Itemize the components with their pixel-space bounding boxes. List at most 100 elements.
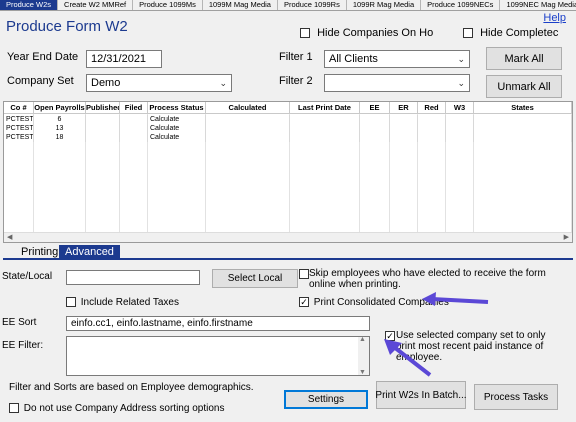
table-cell — [290, 115, 360, 124]
chevron-down-icon: ⌄ — [457, 54, 465, 64]
tab-create-w2-mmref[interactable]: Create W2 MMRef — [58, 0, 134, 10]
checkbox-box[interactable] — [463, 28, 473, 39]
filter1-label: Filter 1 — [279, 51, 313, 63]
grid-column-header[interactable]: W3 — [446, 102, 474, 113]
chevron-down-icon: ⌄ — [219, 78, 227, 88]
table-cell — [206, 133, 290, 142]
scroll-up-icon[interactable]: ▲ — [359, 336, 366, 343]
table-cell — [446, 133, 474, 142]
hide-companies-checkbox[interactable]: Hide Companies On Ho — [300, 27, 433, 39]
grid-column-header[interactable]: Open Payrolls — [34, 102, 86, 113]
hide-completed-checkbox[interactable]: Hide Completec — [463, 27, 558, 39]
settings-button[interactable]: Settings — [284, 390, 368, 409]
tab-advanced[interactable]: Advanced — [59, 245, 120, 260]
table-cell — [474, 115, 572, 124]
tab-produce-w2s[interactable]: Produce W2s — [0, 0, 59, 10]
checkbox-box[interactable]: ✓ — [299, 297, 309, 308]
process-tasks-button[interactable]: Process Tasks — [474, 384, 558, 410]
company-set-value: Demo — [91, 77, 121, 89]
table-cell — [418, 124, 446, 133]
do-not-use-checkbox[interactable]: Do not use Company Address sorting optio… — [9, 403, 224, 414]
state-local-label: State/Local — [2, 271, 53, 282]
ee-sort-input[interactable]: einfo.cc1, einfo.lastname, einfo.firstna… — [66, 316, 370, 331]
hide-completed-label: Hide Completec — [480, 27, 559, 39]
table-cell — [120, 115, 148, 124]
tab-1099nec-mag-media[interactable]: 1099NEC Mag Media — [500, 0, 576, 10]
print-batch-button[interactable]: Print W2s In Batch... — [375, 381, 467, 409]
mark-all-button[interactable]: Mark All — [486, 47, 562, 70]
table-row[interactable]: PCTEST318 Calculate — [4, 133, 572, 142]
company-set-select[interactable]: Demo ⌄ — [86, 74, 232, 92]
skip-employees-checkbox[interactable]: Skip employees who have elected to recei… — [299, 268, 563, 290]
horizontal-scrollbar[interactable]: ◀ ▶ — [4, 232, 572, 242]
table-cell: 13 — [34, 124, 86, 133]
table-cell: 6 — [34, 115, 86, 124]
select-local-button[interactable]: Select Local — [212, 269, 298, 288]
tab-1099m-mag-media[interactable]: 1099M Mag Media — [203, 0, 278, 10]
ee-sort-label: EE Sort — [2, 317, 37, 328]
tab-produce-1099rs[interactable]: Produce 1099Rs — [278, 0, 347, 10]
filter1-select[interactable]: All Clients ⌄ — [324, 50, 470, 68]
tab-produce-1099ms[interactable]: Produce 1099Ms — [133, 0, 203, 10]
include-related-checkbox[interactable]: Include Related Taxes — [66, 297, 179, 308]
state-local-input[interactable] — [66, 270, 200, 285]
table-cell — [206, 115, 290, 124]
table-cell — [360, 115, 390, 124]
annotation-arrow-icon — [422, 292, 489, 306]
companies-grid[interactable]: Co # Open Payrolls Published Filed Process S… — [3, 101, 573, 243]
grid-column-header[interactable]: Last Print Date — [290, 102, 360, 113]
grid-column-header[interactable]: EE — [360, 102, 390, 113]
table-cell: Calculate — [148, 133, 206, 142]
checkbox-box[interactable] — [9, 403, 19, 414]
scroll-right-icon[interactable]: ▶ — [564, 233, 569, 241]
grid-column-header[interactable]: Calculated — [206, 102, 290, 113]
panel-tab-bar: Printing Advanced — [3, 245, 573, 260]
tab-printing[interactable]: Printing — [15, 245, 64, 260]
checkbox-box[interactable] — [300, 28, 310, 39]
checkbox-box[interactable] — [299, 269, 309, 279]
table-cell — [390, 133, 418, 142]
table-cell: Calculate — [148, 124, 206, 133]
table-cell — [86, 124, 120, 133]
table-cell — [120, 133, 148, 142]
filter1-value: All Clients — [329, 53, 378, 65]
page-title: Produce Form W2 — [6, 18, 128, 35]
grid-column-header[interactable]: Process Status — [148, 102, 206, 113]
table-row[interactable]: PCTEST16 Calculate — [4, 115, 572, 124]
year-end-input[interactable]: 12/31/2021 — [86, 50, 162, 68]
table-cell — [290, 124, 360, 133]
grid-column-header[interactable]: Red — [418, 102, 446, 113]
form-tab-bar: Produce W2s Create W2 MMRef Produce 1099Ms… — [0, 0, 576, 11]
grid-column-header[interactable]: ER — [390, 102, 418, 113]
table-cell — [418, 115, 446, 124]
help-link[interactable]: Help — [543, 12, 566, 24]
include-related-label: Include Related Taxes — [80, 297, 179, 308]
company-set-label: Company Set — [7, 75, 74, 87]
table-cell — [474, 124, 572, 133]
grid-column-header[interactable]: Published — [86, 102, 120, 113]
grid-column-header[interactable]: Filed — [120, 102, 148, 113]
grid-header: Co # Open Payrolls Published Filed Process S… — [4, 102, 572, 114]
checkbox-box[interactable] — [66, 297, 76, 308]
scroll-left-icon[interactable]: ◀ — [7, 233, 12, 241]
unmark-all-button[interactable]: Unmark All — [486, 75, 562, 98]
filter2-label: Filter 2 — [279, 75, 313, 87]
filter2-select[interactable]: ⌄ — [324, 74, 470, 92]
skip-employees-label: Skip employees who have elected to recei… — [309, 268, 546, 290]
table-cell: Calculate — [148, 115, 206, 124]
table-row[interactable]: PCTEST213 Calculate — [4, 124, 572, 133]
grid-column-header[interactable]: States — [474, 102, 572, 113]
table-cell — [360, 124, 390, 133]
table-cell — [206, 124, 290, 133]
table-cell — [120, 124, 148, 133]
hide-companies-label: Hide Companies On Ho — [317, 27, 434, 39]
scroll-down-icon[interactable]: ▼ — [359, 369, 366, 376]
tab-1099r-mag-media[interactable]: 1099R Mag Media — [347, 0, 422, 10]
table-cell — [360, 133, 390, 142]
ee-filter-scrollbar[interactable]: ▲ ▼ — [358, 336, 369, 376]
ee-filter-textarea[interactable] — [66, 336, 370, 376]
tab-produce-1099necs[interactable]: Produce 1099NECs — [421, 0, 501, 10]
grid-column-header[interactable]: Co # — [4, 102, 34, 113]
table-cell: PCTEST2 — [6, 124, 34, 133]
table-cell — [474, 133, 572, 142]
